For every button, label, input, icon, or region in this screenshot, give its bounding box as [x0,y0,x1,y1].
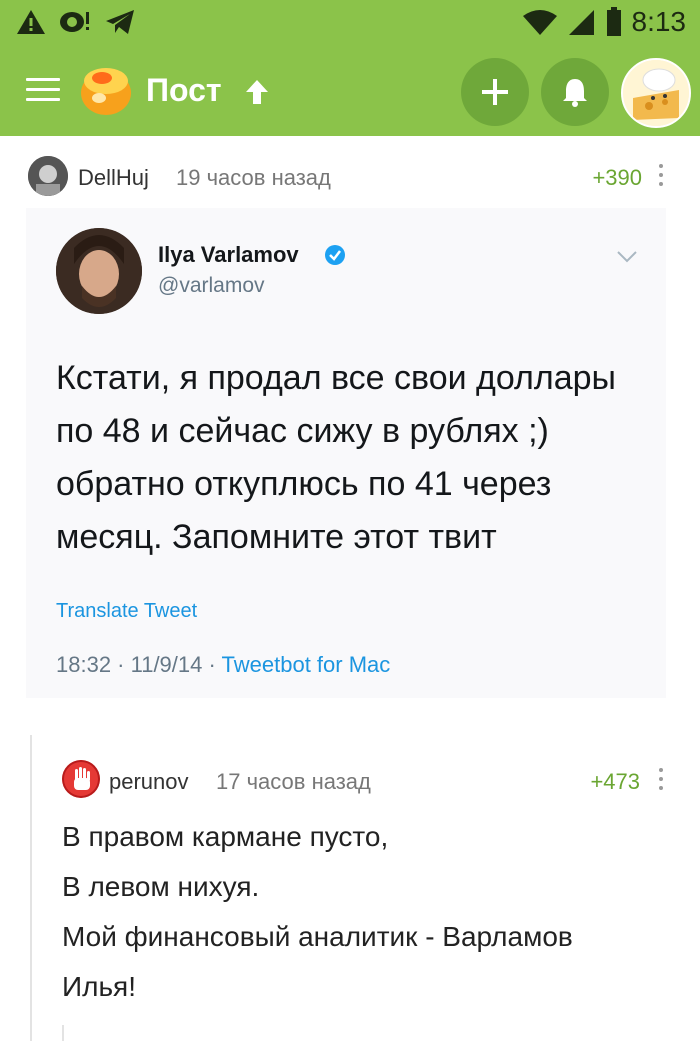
battery-icon [606,7,621,36]
tweet-meta: 18:32 · 11/9/14 · Tweetbot for Mac [56,652,390,678]
bell-icon [563,79,587,107]
more-options-icon[interactable] [658,164,664,188]
comment-line: Илья! [62,971,136,1002]
tweet-text: Кстати, я продал все свои доллары по 48 … [56,359,616,556]
notifications-button[interactable] [541,58,609,126]
page-title: Пост [146,72,222,108]
tweet-author-name: Ilya Varlamov [158,242,299,267]
pikabu-logo[interactable] [78,62,134,118]
status-bar-right: 8:13 [522,6,687,38]
comment-author-name[interactable]: perunov [109,769,189,795]
user-avatar[interactable] [621,58,691,128]
status-bar: 8:13 [0,0,700,50]
arrow-up-icon[interactable] [244,78,270,106]
post-rating: +390 [592,165,642,190]
comment-rating: +473 [590,769,640,794]
chevron-down-icon [617,251,637,263]
tweet-source: Tweetbot for Mac [221,652,391,677]
post-header: DellHuj 19 часов назад +390 [28,156,678,196]
comment-line: В правом кармане пусто, [62,821,389,852]
comment-line: Мой финансовый аналитик - Варламов [62,921,573,952]
comment-body: В правом кармане пусто, В левом нихуя. М… [62,812,672,1012]
comment-more-options-icon[interactable] [658,768,664,792]
comment-line: В левом нихуя. [62,871,260,902]
telegram-icon [106,10,134,34]
app-bar: Пост [0,50,700,136]
status-bar-left [16,8,136,36]
thread-line [30,735,32,1041]
comment-time: 17 часов назад [216,769,371,794]
status-time: 8:13 [631,6,687,37]
author-avatar[interactable] [28,156,68,196]
signal-icon [568,10,594,35]
comment-header: perunov 17 часов назад +473 [62,760,678,800]
wifi-icon [522,10,557,35]
post-time: 19 часов назад [176,165,331,190]
author-name[interactable]: DellHuj [78,165,149,191]
chat-notification-icon [60,12,89,32]
verified-icon [325,245,345,265]
tweet-card: Ilya Varlamov @varlamov Кстати, я продал… [26,208,666,698]
menu-icon[interactable] [26,78,60,108]
tweet-date: 18:32 · 11/9/14 · [56,652,222,677]
add-icon [482,79,508,105]
nested-thread-line [62,1025,64,1041]
warning-icon [17,10,45,34]
add-button[interactable] [461,58,529,126]
comment-author-avatar[interactable] [62,760,100,798]
tweet-handle: @varlamov [158,274,265,297]
translate-tweet-link: Translate Tweet [56,600,198,622]
tweet-avatar [56,228,142,314]
